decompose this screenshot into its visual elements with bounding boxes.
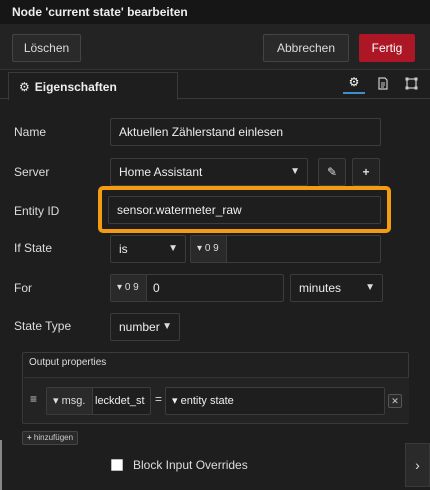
type-select[interactable]: ▾ 0 9 [111,275,147,301]
caret-down-icon: ▾ [117,282,123,293]
output-value-text: entity state [180,395,234,407]
caret-down-icon: ▾ [172,395,178,407]
edit-server-button[interactable]: ✎ [318,158,346,186]
remove-row-button[interactable]: ✕ [388,394,402,408]
block-input-overrides-checkbox[interactable] [111,459,123,471]
add-property-button[interactable]: + hinzufügen [22,431,79,445]
output-property-value[interactable]: ▾ entity state [166,388,234,414]
expand-panel-button[interactable]: › [405,443,430,487]
cancel-button[interactable]: Abbrechen [263,34,349,62]
drag-handle-icon[interactable]: ≡ [30,392,37,406]
pencil-icon: ✎ [326,165,338,179]
gear-icon: ⚙ [19,79,30,94]
state-type-select[interactable]: number ▼ [110,313,180,341]
for-value: 0 [153,281,160,295]
name-input[interactable]: Aktuellen Zählerstand einlesen [110,118,381,146]
block-input-overrides-label: Block Input Overrides [133,458,248,472]
done-button[interactable]: Fertig [359,34,415,62]
close-icon: ✕ [391,396,399,406]
tab-bar: ⚙ Eigenschaften ⚙ [0,70,430,100]
entity-id-label: Entity ID [14,204,60,218]
msg-prefix: msg. [61,395,86,407]
number-type-icon: 0 9 [124,282,139,293]
msg-type-select[interactable]: ▾ msg. [47,388,93,414]
dialog-title: Node 'current state' bearbeiten [0,0,430,24]
appearance-icon[interactable] [400,72,422,94]
description-icon[interactable] [372,72,394,94]
for-unit-select[interactable]: minutes ▼ [290,274,383,302]
output-properties-title: Output properties [29,357,107,368]
chevron-down-icon: ▼ [365,282,375,293]
for-label: For [14,281,32,295]
tab-properties-label: Eigenschaften [34,79,117,94]
type-select[interactable]: ▾ 0 9 [191,236,227,262]
for-value-input[interactable]: ▾ 0 9 0 [110,274,284,302]
plus-icon: + [362,165,370,179]
number-type-icon: 0 9 [204,243,219,254]
delete-button[interactable]: Löschen [12,34,81,62]
if-state-label: If State [14,241,53,255]
entity-id-highlight [98,186,391,233]
add-server-button[interactable]: + [352,158,380,186]
if-state-operator-value: is [119,242,128,256]
plus-icon: + [27,433,32,442]
output-property-value-input[interactable]: ▾ entity state [165,387,385,415]
name-label: Name [14,125,47,139]
add-property-label: hinzufügen [33,433,74,442]
server-select[interactable]: Home Assistant ▼ [110,158,308,186]
if-state-operator-select[interactable]: is ▼ [110,235,186,263]
state-type-value: number [119,320,160,334]
for-unit-value: minutes [299,281,342,295]
caret-down-icon: ▾ [197,243,203,254]
server-select-value: Home Assistant [119,165,203,179]
output-property-name: leckdet_st [95,395,145,407]
server-label: Server [14,165,50,179]
output-properties-box: Output properties ≡ ▾ msg. leckdet_st = … [22,352,409,424]
output-property-name-input[interactable]: ▾ msg. leckdet_st [46,387,151,415]
state-type-label: State Type [14,319,72,333]
chevron-down-icon: ▼ [290,166,300,177]
chevron-down-icon: ▼ [168,243,178,254]
dialog-button-bar: Löschen Abbrechen Fertig [0,24,430,70]
equals-sign: = [155,392,163,406]
caret-down-icon: ▾ [53,395,59,407]
chevron-down-icon: ▼ [162,321,172,332]
gear-icon[interactable]: ⚙ [343,72,365,94]
output-property-row: ≡ ▾ msg. leckdet_st = ▾ entity state ✕ [24,377,409,423]
scroll-indicator [0,440,2,490]
chevron-right-icon: › [415,457,420,473]
if-state-value-input[interactable]: ▾ 0 9 [190,235,381,263]
tab-properties[interactable]: ⚙ Eigenschaften [8,72,178,100]
